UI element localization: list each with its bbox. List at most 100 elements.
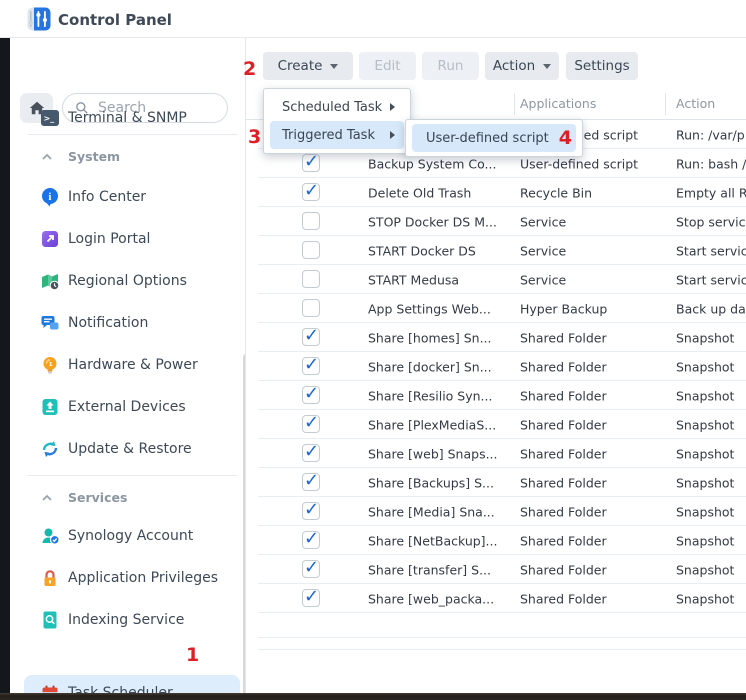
sidebar-item-synology-account[interactable]: Synology Account bbox=[20, 518, 240, 554]
submenu-arrow-icon bbox=[390, 103, 395, 111]
edit-button[interactable]: Edit bbox=[359, 52, 416, 80]
table-row[interactable]: START Docker DS Service Start servic bbox=[246, 236, 746, 265]
application-privileges-icon bbox=[40, 568, 60, 588]
table-row[interactable]: Delete Old Trash Recycle Bin Empty all R bbox=[246, 178, 746, 207]
annotation-step-1: 1 bbox=[186, 644, 199, 666]
task-name-cell: Backup System Co... bbox=[368, 156, 514, 171]
menu-item-scheduled-task[interactable]: Scheduled Task bbox=[270, 93, 404, 121]
sidebar-item-update-restore[interactable]: Update & Restore bbox=[20, 431, 240, 467]
action-cell: Empty all R bbox=[676, 185, 746, 200]
sidebar-item-indexing-service[interactable]: Indexing Service bbox=[20, 602, 240, 638]
table-row[interactable]: App Settings Web... Hyper Backup Back up… bbox=[246, 294, 746, 323]
row-checkbox[interactable] bbox=[302, 357, 320, 375]
action-button[interactable]: Action bbox=[485, 52, 559, 80]
action-button-label: Action bbox=[493, 58, 535, 74]
task-name-cell: Share [homes] Sn... bbox=[368, 330, 514, 345]
header-action[interactable]: Action bbox=[676, 96, 715, 111]
settings-button[interactable]: Settings bbox=[566, 52, 638, 80]
sidebar-item-label: Notification bbox=[68, 315, 148, 331]
table-row[interactable]: STOP Docker DS M... Service Stop servic bbox=[246, 207, 746, 236]
menu-item-user-defined-script[interactable]: User-defined script 4 bbox=[412, 124, 576, 152]
task-name-cell: Share [Backups] S... bbox=[368, 475, 514, 490]
applications-cell: Shared Folder bbox=[520, 446, 665, 461]
divider bbox=[28, 475, 238, 476]
table-row[interactable]: Share [Resilio Syn... Shared Folder Snap… bbox=[246, 381, 746, 410]
row-checkbox[interactable] bbox=[302, 473, 320, 491]
sidebar-item-hardware-power[interactable]: 1 Hardware & Power bbox=[20, 347, 240, 383]
table-end-line bbox=[258, 649, 746, 650]
action-cell: Snapshot bbox=[676, 388, 746, 403]
table-row[interactable]: Share [docker] Sn... Shared Folder Snaps… bbox=[246, 352, 746, 381]
row-checkbox[interactable] bbox=[302, 299, 320, 317]
sidebar-item-label: Update & Restore bbox=[68, 441, 192, 457]
table-row[interactable]: Share [web_packa... Shared Folder Snapsh… bbox=[246, 584, 746, 613]
applications-cell: Shared Folder bbox=[520, 417, 665, 432]
sidebar-item-task-scheduler[interactable]: Task Scheduler bbox=[24, 675, 240, 700]
applications-cell: Shared Folder bbox=[520, 475, 665, 490]
table-row[interactable]: Share [homes] Sn... Shared Folder Snapsh… bbox=[246, 323, 746, 352]
row-checkbox[interactable] bbox=[302, 241, 320, 259]
menu-item-triggered-task[interactable]: Triggered Task bbox=[270, 121, 404, 149]
action-cell: Snapshot bbox=[676, 562, 746, 577]
group-header-system[interactable]: System bbox=[20, 146, 240, 170]
row-checkbox[interactable] bbox=[302, 589, 320, 607]
create-button[interactable]: Create bbox=[263, 52, 353, 80]
task-name-cell: START Medusa bbox=[368, 272, 514, 287]
applications-cell: User-defined script bbox=[520, 156, 665, 171]
table-row[interactable]: Share [Backups] S... Shared Folder Snaps… bbox=[246, 468, 746, 497]
table-row[interactable]: Share [transfer] S... Shared Folder Snap… bbox=[246, 555, 746, 584]
sidebar-item-login-portal[interactable]: Login Portal bbox=[20, 221, 240, 257]
sidebar-item-application-privileges[interactable]: Application Privileges bbox=[20, 560, 240, 596]
sidebar-item-info-center[interactable]: i Info Center bbox=[20, 179, 240, 215]
row-checkbox[interactable] bbox=[302, 328, 320, 346]
applications-cell: Shared Folder bbox=[520, 591, 665, 606]
row-checkbox[interactable] bbox=[302, 560, 320, 578]
header-applications[interactable]: Applications bbox=[520, 96, 596, 111]
notification-icon bbox=[40, 313, 60, 333]
menu-item-label: User-defined script bbox=[426, 131, 549, 146]
group-label: Services bbox=[68, 490, 127, 505]
annotation-step-3: 3 bbox=[248, 126, 261, 148]
row-checkbox[interactable] bbox=[302, 415, 320, 433]
sidebar-item-terminal-snmp[interactable]: >_ Terminal & SNMP bbox=[20, 100, 240, 136]
task-name-cell: STOP Docker DS M... bbox=[368, 214, 514, 229]
row-checkbox[interactable] bbox=[302, 502, 320, 520]
row-checkbox[interactable] bbox=[302, 270, 320, 288]
group-header-services[interactable]: Services bbox=[20, 487, 240, 511]
row-checkbox[interactable] bbox=[302, 531, 320, 549]
row-checkbox[interactable] bbox=[302, 183, 320, 201]
chevron-up-icon bbox=[40, 492, 54, 503]
column-separator bbox=[665, 93, 666, 115]
table-row[interactable]: Share [Media] Sna... Shared Folder Snaps… bbox=[246, 497, 746, 526]
hardware-power-icon: 1 bbox=[40, 355, 60, 375]
row-checkbox[interactable] bbox=[302, 386, 320, 404]
table-row[interactable]: Share [web] Snaps... Shared Folder Snaps… bbox=[246, 439, 746, 468]
row-checkbox[interactable] bbox=[302, 444, 320, 462]
settings-button-label: Settings bbox=[574, 58, 629, 74]
group-label: System bbox=[68, 149, 120, 164]
row-checkbox[interactable] bbox=[302, 212, 320, 230]
table-row[interactable]: Share [NetBackup]... Shared Folder Snaps… bbox=[246, 526, 746, 555]
action-cell: Start servic bbox=[676, 243, 746, 258]
run-button[interactable]: Run bbox=[422, 52, 479, 80]
applications-cell: Shared Folder bbox=[520, 562, 665, 577]
sidebar: >_ Terminal & SNMP System i Info Center bbox=[10, 38, 245, 693]
triggered-task-submenu: User-defined script 4 bbox=[405, 119, 583, 157]
sidebar-item-notification[interactable]: Notification bbox=[20, 305, 240, 341]
sidebar-item-regional-options[interactable]: Regional Options bbox=[20, 263, 240, 299]
sidebar-item-label: External Devices bbox=[68, 399, 186, 415]
row-checkbox[interactable] bbox=[302, 154, 320, 172]
synology-account-icon bbox=[40, 526, 60, 546]
create-button-label: Create bbox=[278, 58, 323, 74]
svg-text:>_: >_ bbox=[44, 114, 55, 123]
indexing-service-icon bbox=[40, 610, 60, 630]
action-cell: Snapshot bbox=[676, 591, 746, 606]
sidebar-item-external-devices[interactable]: External Devices bbox=[20, 389, 240, 425]
applications-cell: Shared Folder bbox=[520, 533, 665, 548]
table-row[interactable]: START Medusa Service Start servic bbox=[246, 265, 746, 294]
action-cell: Snapshot bbox=[676, 330, 746, 345]
action-cell: Snapshot bbox=[676, 533, 746, 548]
task-name-cell: Share [PlexMediaS... bbox=[368, 417, 514, 432]
table-row[interactable]: Share [PlexMediaS... Shared Folder Snaps… bbox=[246, 410, 746, 439]
applications-cell: Service bbox=[520, 243, 665, 258]
